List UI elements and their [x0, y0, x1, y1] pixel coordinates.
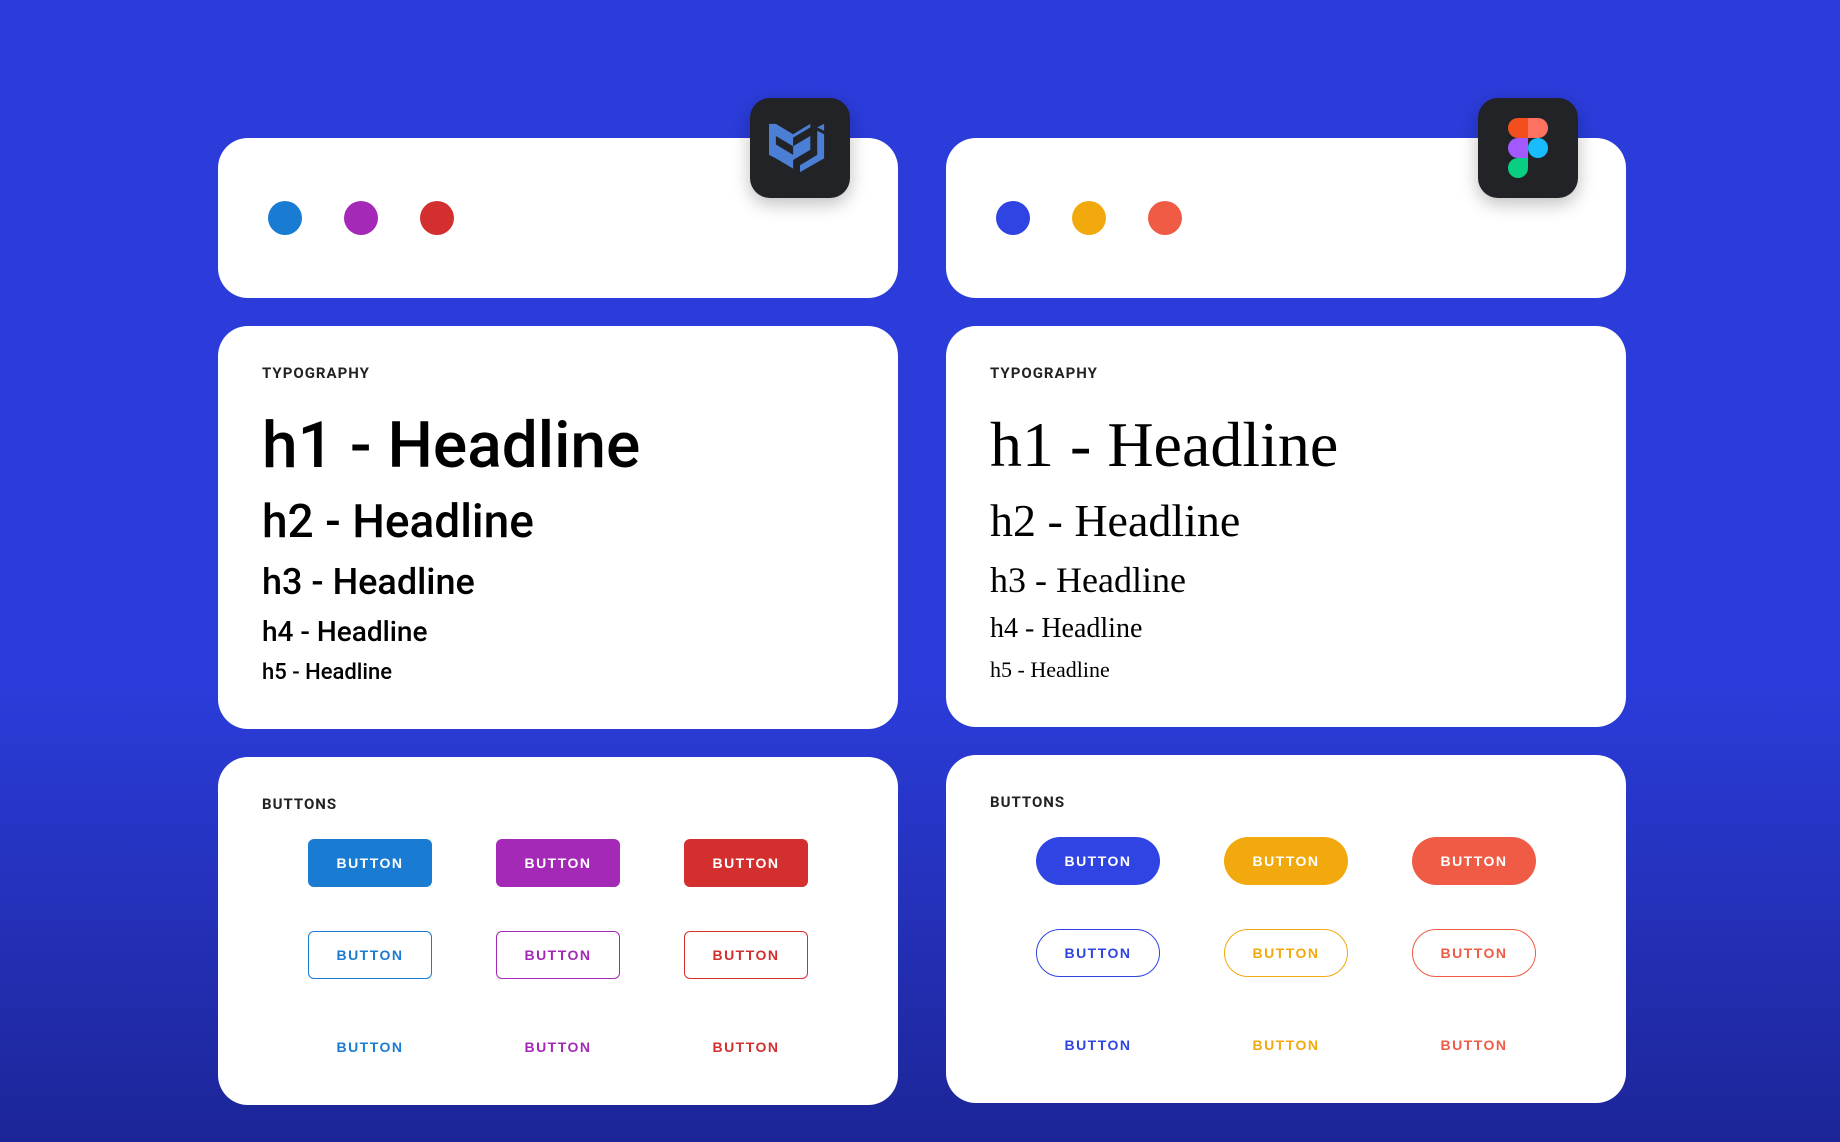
text-button-secondary[interactable]: BUTTON: [496, 1023, 620, 1071]
heading-h3: h3 - Headline: [990, 559, 1582, 601]
left-typography-card: TYPOGRAPHY h1 - Headline h2 - Headline h…: [218, 326, 898, 729]
right-buttons-card: BUTTONS BUTTONBUTTONBUTTONBUTTONBUTTONBU…: [946, 755, 1626, 1103]
design-system-comparison: TYPOGRAPHY h1 - Headline h2 - Headline h…: [0, 0, 1840, 1142]
text-button-danger[interactable]: BUTTON: [1412, 1021, 1536, 1069]
right-typography-card: TYPOGRAPHY h1 - Headline h2 - Headline h…: [946, 326, 1626, 727]
typography-stack: h1 - Headline h2 - Headline h3 - Headlin…: [262, 408, 854, 685]
outlined-button-danger[interactable]: BUTTON: [684, 931, 808, 979]
typography-stack: h1 - Headline h2 - Headline h3 - Headlin…: [990, 408, 1582, 683]
section-label-typography: TYPOGRAPHY: [262, 364, 854, 382]
button-row-text: BUTTON BUTTON BUTTON: [1036, 1021, 1536, 1069]
outlined-button-secondary[interactable]: BUTTON: [1224, 929, 1348, 977]
heading-h5: h5 - Headline: [262, 660, 854, 685]
heading-h3: h3 - Headline: [262, 561, 854, 603]
text-button-primary[interactable]: BUTTON: [308, 1023, 432, 1071]
heading-h4: h4 - Headline: [990, 613, 1582, 645]
right-column: TYPOGRAPHY h1 - Headline h2 - Headline h…: [946, 138, 1626, 1103]
outlined-button-primary[interactable]: BUTTON: [308, 931, 432, 979]
palette-dot-primary: [268, 201, 302, 235]
filled-button-primary[interactable]: BUTTON: [1036, 837, 1160, 885]
palette-dot-danger: [1148, 201, 1182, 235]
filled-button-secondary[interactable]: BUTTON: [496, 839, 620, 887]
heading-h1: h1 - Headline: [262, 408, 854, 483]
heading-h4: h4 - Headline: [262, 615, 854, 648]
filled-button-danger[interactable]: BUTTON: [684, 839, 808, 887]
button-row-outlined: BUTTON BUTTON BUTTON: [308, 931, 808, 979]
heading-h1: h1 - Headline: [990, 408, 1582, 482]
left-button-grid: BUTTONBUTTONBUTTONBUTTONBUTTONBUTTONBUTT…: [262, 839, 854, 1071]
button-row-filled: BUTTON BUTTON BUTTON: [1036, 837, 1536, 885]
figma-badge: [1478, 98, 1578, 198]
heading-h2: h2 - Headline: [990, 494, 1582, 547]
outlined-button-danger[interactable]: BUTTON: [1412, 929, 1536, 977]
section-label-buttons: BUTTONS: [262, 795, 854, 813]
palette-dot-secondary: [344, 201, 378, 235]
mui-badge: [750, 98, 850, 198]
palette-dot-secondary: [1072, 201, 1106, 235]
filled-button-danger[interactable]: BUTTON: [1412, 837, 1536, 885]
heading-h2: h2 - Headline: [262, 495, 854, 549]
heading-h5: h5 - Headline: [990, 657, 1582, 683]
outlined-button-primary[interactable]: BUTTON: [1036, 929, 1160, 977]
left-buttons-card: BUTTONS BUTTONBUTTONBUTTONBUTTONBUTTONBU…: [218, 757, 898, 1105]
text-button-danger[interactable]: BUTTON: [684, 1023, 808, 1071]
palette-dot-danger: [420, 201, 454, 235]
left-column: TYPOGRAPHY h1 - Headline h2 - Headline h…: [218, 138, 898, 1105]
section-label-typography: TYPOGRAPHY: [990, 364, 1582, 382]
mui-icon: [769, 123, 831, 173]
filled-button-primary[interactable]: BUTTON: [308, 839, 432, 887]
text-button-secondary[interactable]: BUTTON: [1224, 1021, 1348, 1069]
left-header-card: [218, 138, 898, 298]
right-button-grid: BUTTONBUTTONBUTTONBUTTONBUTTONBUTTONBUTT…: [990, 837, 1582, 1069]
text-button-primary[interactable]: BUTTON: [1036, 1021, 1160, 1069]
right-header-card: [946, 138, 1626, 298]
filled-button-secondary[interactable]: BUTTON: [1224, 837, 1348, 885]
outlined-button-secondary[interactable]: BUTTON: [496, 931, 620, 979]
palette-dot-primary: [996, 201, 1030, 235]
section-label-buttons: BUTTONS: [990, 793, 1582, 811]
button-row-text: BUTTON BUTTON BUTTON: [308, 1023, 808, 1071]
figma-icon: [1508, 118, 1548, 178]
button-row-filled: BUTTON BUTTON BUTTON: [308, 839, 808, 887]
button-row-outlined: BUTTON BUTTON BUTTON: [1036, 929, 1536, 977]
